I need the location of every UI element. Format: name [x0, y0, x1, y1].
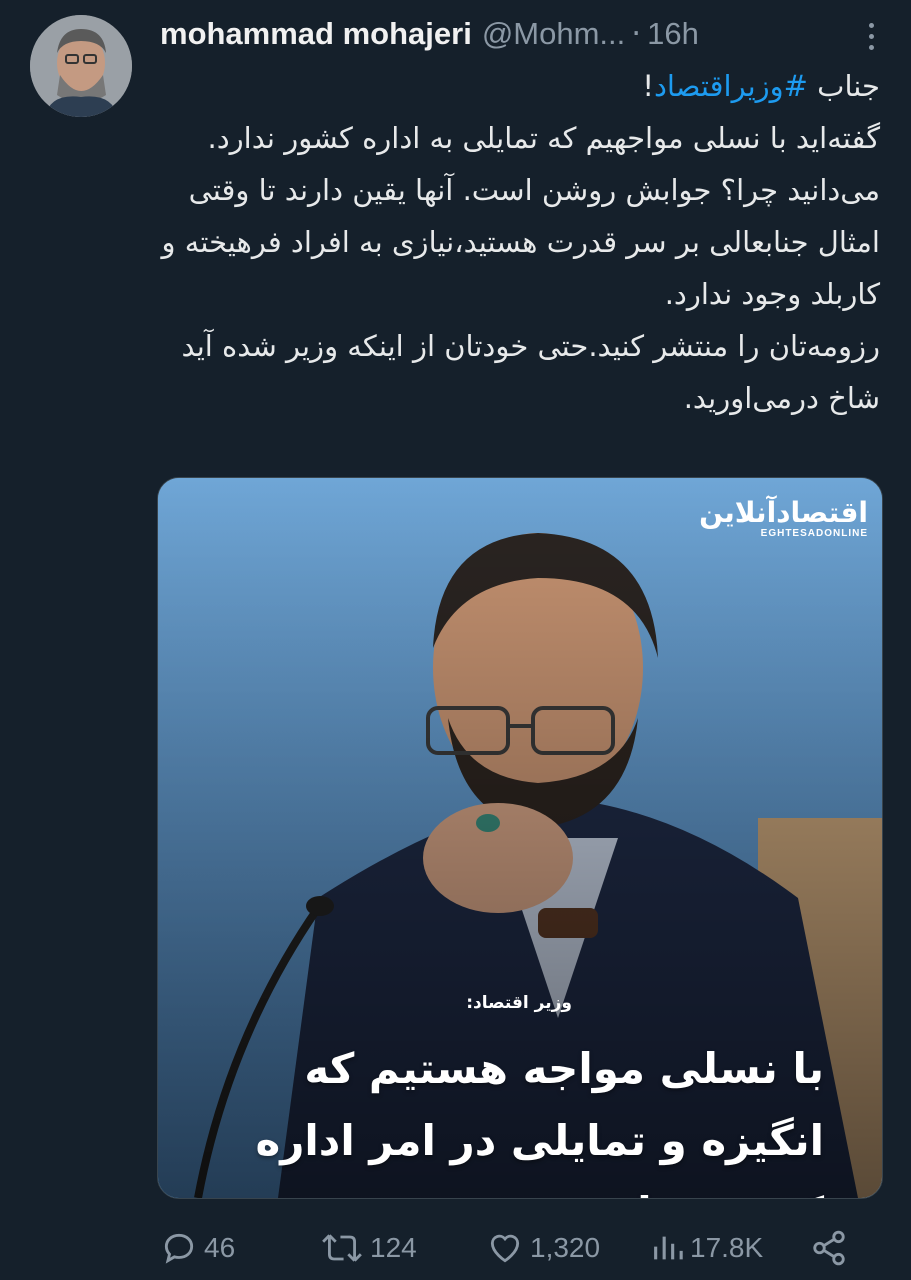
tweet-header: mohammad mohajeri @Mohm... · 16h: [160, 12, 891, 56]
avatar[interactable]: [30, 15, 132, 117]
hashtag-link[interactable]: #وزیراقتصاد: [654, 69, 808, 103]
share-button[interactable]: [810, 1229, 854, 1267]
separator-dot: ·: [631, 16, 642, 52]
timestamp[interactable]: 16h: [647, 16, 699, 52]
views-button[interactable]: 17.8K: [650, 1229, 763, 1267]
tweet-prefix: جناب: [807, 69, 880, 103]
retweet-icon: [322, 1234, 362, 1262]
author-name[interactable]: mohammad mohajeri: [160, 16, 472, 52]
avatar-image: [30, 15, 132, 117]
tweet-paragraph: گفته‌اید با نسلی مواجهیم که تمایلی به اد…: [207, 121, 881, 155]
more-icon[interactable]: [861, 14, 881, 58]
retweet-button[interactable]: 124: [320, 1229, 417, 1267]
views-count: 17.8K: [690, 1232, 764, 1263]
action-bar: 46 124 1,320 17.8K: [160, 1222, 860, 1274]
tweet-paragraph: می‌دانید چرا؟ جوابش روشن است. آنها یقین …: [161, 173, 880, 311]
reply-icon: [164, 1233, 194, 1264]
reply-button[interactable]: 46: [160, 1229, 235, 1267]
tweet-paragraph: رزومه‌تان را منتشر کنید.حتی خودتان از ای…: [181, 329, 880, 415]
news-logo: اقتصادآنلاین EGHTESADONLINE: [699, 496, 868, 540]
tweet-suffix: !: [642, 69, 654, 103]
tweet-image[interactable]: اقتصادآنلاین EGHTESADONLINE وزیر اقتصاد:…: [157, 477, 883, 1199]
retweet-count: 124: [370, 1232, 417, 1263]
share-icon: [813, 1230, 845, 1266]
logo-fa: اقتصادآنلاین: [699, 496, 868, 529]
like-count: 1,320: [530, 1232, 601, 1263]
like-button[interactable]: 1,320: [486, 1229, 600, 1267]
tweet-first-line: جناب #وزیراقتصاد!: [160, 60, 880, 112]
caption-big: با نسلی مواجه هستیم که انگیزه و تمایلی د…: [255, 1044, 824, 1198]
like-icon: [490, 1234, 520, 1263]
views-icon: [654, 1236, 683, 1260]
reply-count: 46: [204, 1232, 236, 1263]
author-handle[interactable]: @Mohm...: [482, 16, 625, 52]
logo-en: EGHTESADONLINE: [760, 528, 868, 539]
caption-small: وزیر اقتصاد:: [466, 993, 572, 1013]
tweet-text: جناب #وزیراقتصاد! گفته‌اید با نسلی مواجه…: [160, 60, 880, 424]
